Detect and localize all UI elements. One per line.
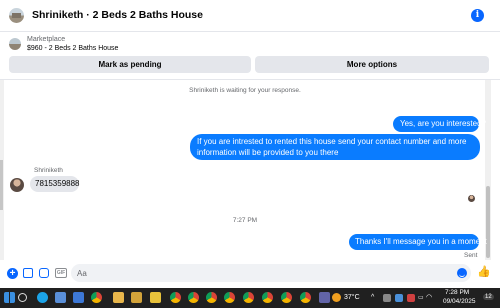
tray-app-icon[interactable] <box>383 294 391 302</box>
tray-app-icon[interactable] <box>395 294 403 302</box>
store-icon[interactable] <box>73 292 84 303</box>
mark-as-pending-button[interactable]: Mark as pending <box>9 56 251 73</box>
image-icon[interactable] <box>23 268 33 278</box>
outgoing-message[interactable]: Thanks I'll message you in a moment <box>349 234 487 250</box>
info-icon[interactable]: i <box>471 9 484 22</box>
settings-icon[interactable] <box>131 292 142 303</box>
sticker-icon[interactable] <box>39 268 49 278</box>
search-icon[interactable] <box>18 293 27 302</box>
wifi-icon[interactable]: ◠ <box>426 293 432 301</box>
language-indicator-icon[interactable]: ▭ <box>418 294 424 301</box>
plus-icon[interactable]: + <box>7 268 18 279</box>
emoji-icon[interactable] <box>457 268 467 278</box>
more-options-button[interactable]: More options <box>255 56 489 73</box>
notes-icon[interactable] <box>150 292 161 303</box>
thumbs-up-icon[interactable]: 👍 <box>477 266 491 278</box>
listing-title[interactable]: $960 - 2 Beds 2 Baths House <box>27 45 118 52</box>
conversation-title[interactable]: Shriniketh · 2 Beds 2 Baths House <box>32 9 203 21</box>
photos-icon[interactable] <box>55 292 66 303</box>
edge-icon[interactable] <box>37 292 48 303</box>
chrome-profile-icon[interactable] <box>170 292 181 303</box>
sent-status: Sent <box>464 252 478 259</box>
start-menu-icon[interactable] <box>4 292 15 303</box>
outgoing-message[interactable]: Yes, are you interested? <box>393 116 486 132</box>
left-scrollbar-thumb[interactable] <box>0 160 3 210</box>
teams-icon[interactable] <box>319 292 330 303</box>
listing-category: Marketplace <box>27 36 66 43</box>
tray-app-icon[interactable] <box>407 294 415 302</box>
message-timestamp: 7:27 PM <box>232 217 258 224</box>
clock-date[interactable]: 09/04/2025 <box>443 298 476 305</box>
chrome-icon[interactable] <box>91 292 102 303</box>
chrome-profile-icon[interactable] <box>281 292 292 303</box>
message-input[interactable] <box>71 264 471 282</box>
chrome-profile-icon[interactable] <box>243 292 254 303</box>
chrome-profile-icon[interactable] <box>224 292 235 303</box>
notification-badge[interactable]: 12 <box>483 294 494 300</box>
files-icon[interactable] <box>113 292 124 303</box>
sender-avatar[interactable] <box>10 178 24 192</box>
chrome-profile-icon[interactable] <box>300 292 311 303</box>
chrome-profile-icon[interactable] <box>188 292 199 303</box>
incoming-message[interactable]: 7815359888 <box>30 176 80 192</box>
chrome-profile-icon[interactable] <box>206 292 217 303</box>
listing-thumbnail[interactable] <box>9 8 24 23</box>
listing-small-thumbnail[interactable] <box>9 38 21 50</box>
waiting-notice: Shriniketh is waiting for your response. <box>189 87 301 94</box>
temperature[interactable]: 37°C <box>344 294 360 301</box>
sender-name: Shriniketh <box>34 167 63 174</box>
chrome-profile-icon[interactable] <box>262 292 273 303</box>
gif-icon[interactable]: GIF <box>55 268 67 278</box>
clock-time[interactable]: 7:28 PM <box>445 289 469 296</box>
weather-icon[interactable] <box>332 293 341 302</box>
read-receipt-avatar <box>468 195 475 202</box>
outgoing-message[interactable]: If you are intrested to rented this hous… <box>190 134 480 160</box>
tray-chevron-icon[interactable]: ^ <box>371 294 374 301</box>
divider <box>0 79 500 80</box>
